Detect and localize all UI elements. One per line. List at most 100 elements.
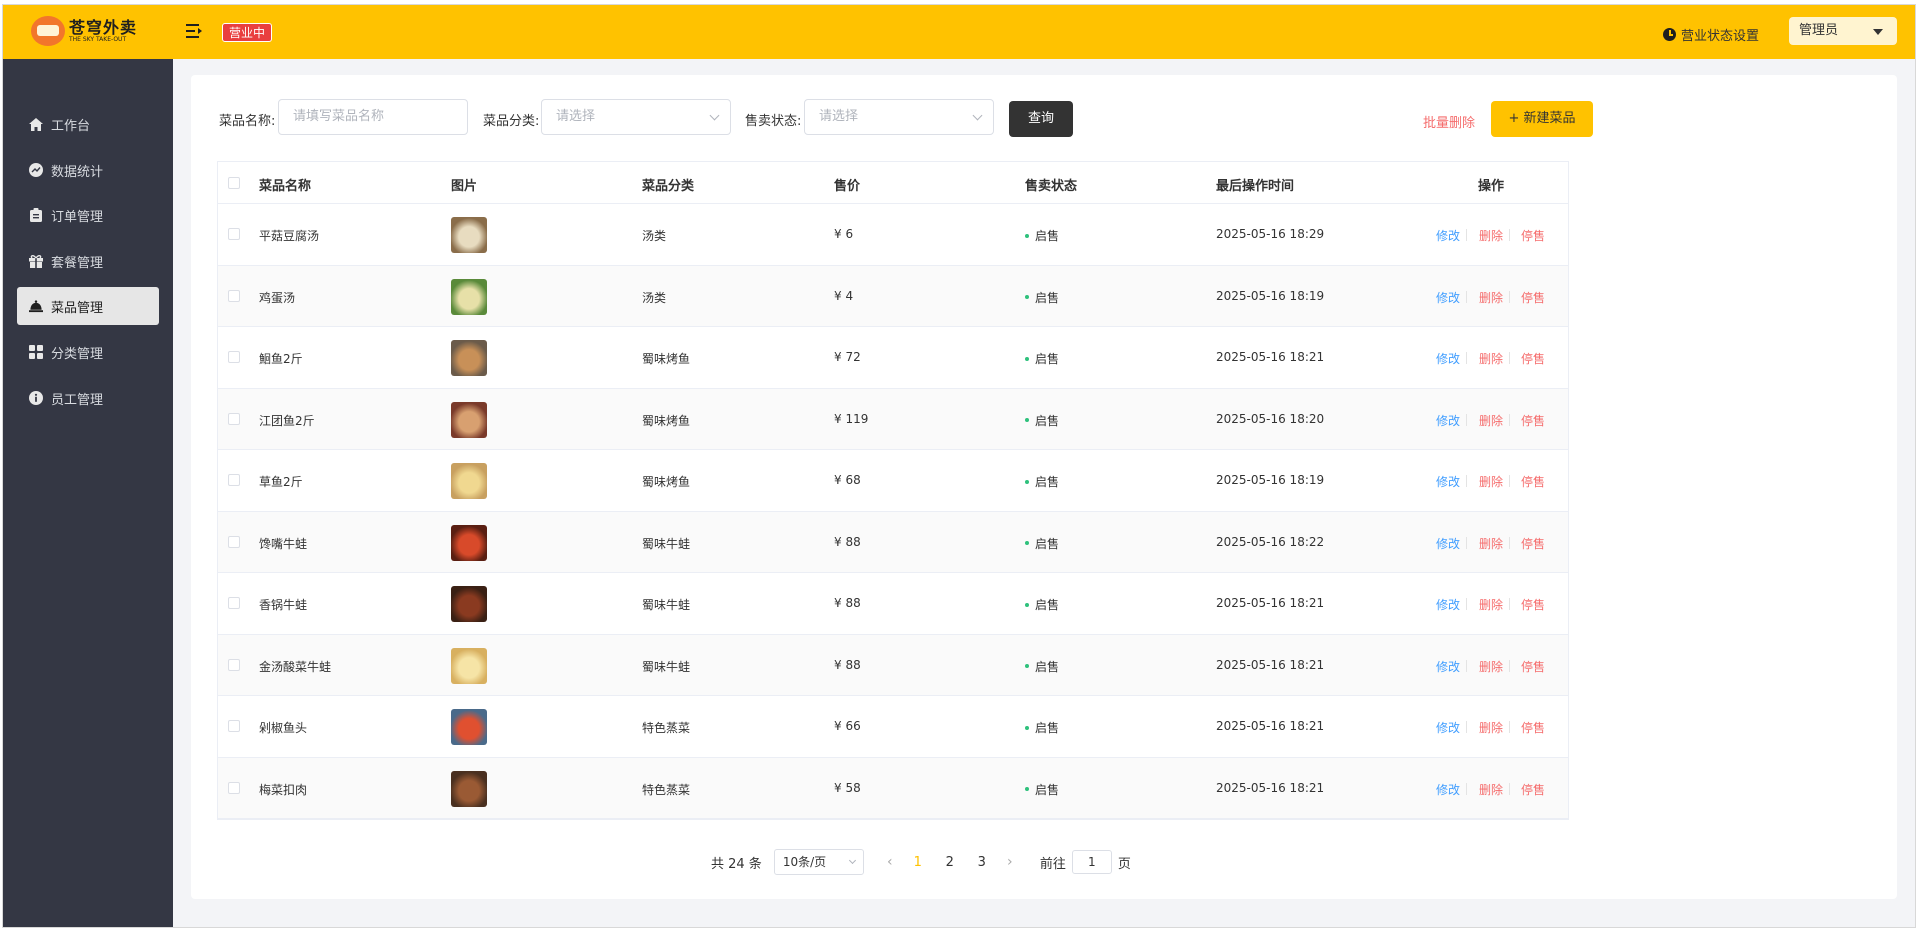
- action-divider: [1466, 536, 1467, 549]
- sidebar-item-employees[interactable]: 员工管理: [17, 379, 159, 417]
- stop-sale-button[interactable]: 停售: [1521, 227, 1545, 244]
- chevron-down-icon: [709, 110, 720, 121]
- stop-sale-button[interactable]: 停售: [1521, 350, 1545, 367]
- dish-price: ¥ 58: [834, 780, 861, 795]
- sidebar-item-workbench[interactable]: 工作台: [17, 105, 159, 143]
- sale-status-text: 启售: [1035, 598, 1060, 612]
- edit-button[interactable]: 修改: [1436, 535, 1460, 552]
- header-last-modified: 最后操作时间: [1216, 179, 1295, 194]
- delete-button[interactable]: 删除: [1479, 658, 1503, 675]
- delete-button[interactable]: 删除: [1479, 719, 1503, 736]
- stop-sale-button[interactable]: 停售: [1521, 596, 1545, 613]
- sale-status-select[interactable]: 请选择: [804, 99, 994, 135]
- dish-table: 菜品名称 图片 菜品分类 售价 售卖状态 最后操作时间 操作 平菇豆腐汤 汤类 ¥ …: [217, 161, 1569, 820]
- dish-category: 特色蒸菜: [642, 782, 691, 797]
- edit-button[interactable]: 修改: [1436, 473, 1460, 490]
- delete-button[interactable]: 删除: [1479, 781, 1503, 798]
- stop-sale-button[interactable]: 停售: [1521, 781, 1545, 798]
- sale-status: 启售: [1025, 289, 1059, 306]
- edit-button[interactable]: 修改: [1436, 412, 1460, 429]
- stop-sale-button[interactable]: 停售: [1521, 473, 1545, 490]
- page-size-value: 10条/页: [782, 855, 827, 869]
- row-checkbox[interactable]: [228, 228, 240, 240]
- edit-button[interactable]: 修改: [1436, 596, 1460, 613]
- app-window: 苍穹外卖 THE SKY TAKE-OUT 营业中 营业状态设置 管理员 工作台: [2, 4, 1916, 928]
- edit-button[interactable]: 修改: [1436, 781, 1460, 798]
- batch-delete-button[interactable]: 批量删除: [1423, 112, 1475, 131]
- stop-sale-button[interactable]: 停售: [1521, 535, 1545, 552]
- table-row: 剁椒鱼头 特色蒸菜 ¥ 66 启售 2025-05-16 18:21 修改 删除 停售: [218, 696, 1568, 758]
- action-divider: [1509, 229, 1510, 241]
- delete-button[interactable]: 删除: [1479, 596, 1503, 613]
- last-modified-time: 2025-05-16 18:21: [1216, 780, 1325, 795]
- row-checkbox[interactable]: [228, 474, 240, 486]
- dish-category-label: 菜品分类:: [483, 114, 540, 129]
- row-checkbox[interactable]: [228, 351, 240, 363]
- dish-name: 馋嘴牛蛙: [259, 536, 308, 551]
- sidebar-item-statistics[interactable]: 数据统计: [17, 151, 159, 189]
- row-checkbox[interactable]: [228, 535, 240, 548]
- stop-sale-button[interactable]: 停售: [1521, 289, 1545, 306]
- page-2[interactable]: 2: [934, 855, 966, 870]
- delete-button[interactable]: 删除: [1479, 289, 1503, 306]
- dish-price: ¥ 119: [834, 411, 869, 426]
- row-checkbox[interactable]: [228, 781, 240, 794]
- dish-category: 蜀味牛蛙: [642, 598, 691, 612]
- status-dot-icon: [1025, 664, 1029, 668]
- dish-name: 平菇豆腐汤: [259, 229, 320, 243]
- table-row: 梅菜扣肉 特色蒸菜 ¥ 58 启售 2025-05-16 18:21 修改 删除 停售: [218, 757, 1568, 819]
- header-category: 菜品分类: [642, 179, 695, 194]
- goto-page-input[interactable]: 1: [1071, 850, 1112, 874]
- business-status-setting-button[interactable]: 营业状态设置: [1663, 25, 1759, 44]
- goto-suffix: 页: [1117, 856, 1131, 872]
- stop-sale-button[interactable]: 停售: [1521, 412, 1545, 429]
- edit-button[interactable]: 修改: [1436, 719, 1460, 736]
- action-divider: [1466, 659, 1467, 672]
- delete-button[interactable]: 删除: [1479, 350, 1503, 367]
- top-bar: 苍穹外卖 THE SKY TAKE-OUT 营业中 营业状态设置 管理员: [3, 5, 1915, 59]
- chevron-down-icon: [972, 110, 983, 121]
- edit-button[interactable]: 修改: [1436, 658, 1460, 675]
- sidebar-item-dishes[interactable]: 菜品管理: [17, 287, 159, 325]
- row-checkbox[interactable]: [228, 720, 240, 732]
- page-size-select[interactable]: 10条/页: [773, 849, 864, 875]
- chart-icon: [29, 163, 43, 177]
- delete-button[interactable]: 删除: [1479, 412, 1503, 429]
- stop-sale-button[interactable]: 停售: [1521, 658, 1545, 675]
- last-modified-time: 2025-05-16 18:21: [1216, 596, 1325, 610]
- last-modified-time: 2025-05-16 18:21: [1216, 657, 1325, 672]
- dish-image: [451, 401, 487, 438]
- sidebar-item-combos[interactable]: 套餐管理: [17, 242, 159, 280]
- sidebar-item-orders[interactable]: 订单管理: [17, 196, 159, 234]
- delete-button[interactable]: 删除: [1479, 227, 1503, 244]
- header-sale-status: 售卖状态: [1025, 179, 1078, 194]
- row-checkbox[interactable]: [228, 597, 240, 609]
- row-checkbox[interactable]: [228, 658, 240, 671]
- query-button[interactable]: 查询: [1009, 101, 1073, 137]
- table-row: 草鱼2斤 蜀味烤鱼 ¥ 68 启售 2025-05-16 18:19 修改 删除 停售: [218, 450, 1568, 512]
- edit-button[interactable]: 修改: [1436, 350, 1460, 367]
- edit-button[interactable]: 修改: [1436, 227, 1460, 244]
- stop-sale-button[interactable]: 停售: [1521, 719, 1545, 736]
- dish-category-select[interactable]: 请选择: [541, 99, 731, 135]
- logo-text: 苍穹外卖 THE SKY TAKE-OUT: [69, 19, 137, 44]
- action-divider: [1509, 413, 1510, 426]
- row-checkbox[interactable]: [228, 412, 240, 425]
- dish-name-input[interactable]: 请填写菜品名称: [278, 99, 468, 135]
- dish-image: [451, 770, 487, 807]
- prev-page-icon[interactable]: ‹: [878, 854, 902, 870]
- page-3[interactable]: 3: [966, 855, 998, 870]
- menu-toggle-icon[interactable]: [186, 23, 203, 39]
- next-page-icon[interactable]: ›: [998, 854, 1022, 870]
- edit-button[interactable]: 修改: [1436, 289, 1460, 306]
- row-checkbox[interactable]: [228, 289, 240, 302]
- page-1[interactable]: 1: [902, 855, 934, 870]
- delete-button[interactable]: 删除: [1479, 535, 1503, 552]
- dish-category: 汤类: [642, 290, 667, 305]
- sidebar-item-categories[interactable]: 分类管理: [17, 333, 159, 371]
- select-all-checkbox[interactable]: [228, 177, 240, 189]
- delete-button[interactable]: 删除: [1479, 473, 1503, 490]
- admin-dropdown[interactable]: 管理员: [1789, 17, 1897, 45]
- dish-name: 香锅牛蛙: [259, 598, 308, 612]
- new-dish-button[interactable]: + 新建菜品: [1491, 101, 1593, 137]
